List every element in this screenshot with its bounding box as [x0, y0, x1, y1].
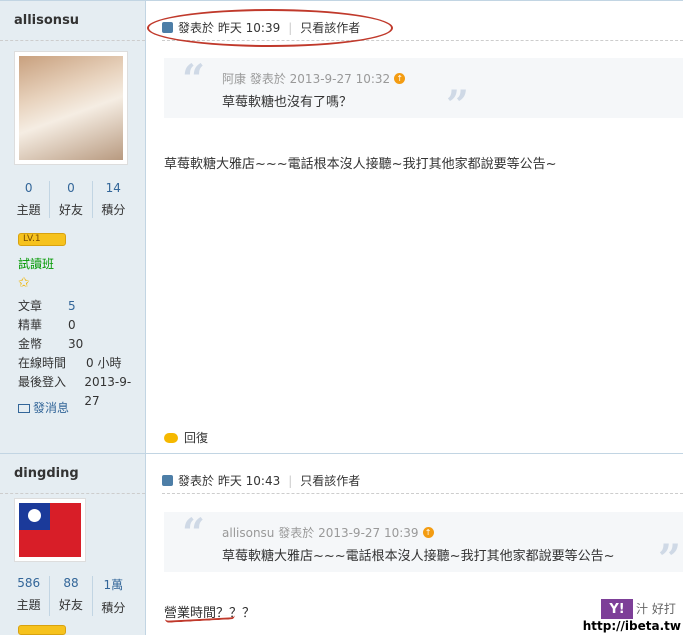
author-info: 文章 5 精華 0 金幣 30 在線時間 0 小時 最後登入 2013-9-27	[18, 297, 132, 408]
watermark: Y! 汁 好打 http://ibeta.tw	[582, 598, 683, 635]
envelope-icon	[18, 404, 30, 413]
level-badge: LV.1	[18, 233, 66, 246]
author-sidebar: allisonsu 0 主題 0 好友 14 積分 LV.1 試讀班 ✩ 文章 5 精華…	[0, 1, 146, 453]
post-1: allisonsu 0 主題 0 好友 14 積分 LV.1 試讀班 ✩ 文章 5 精華…	[0, 0, 683, 453]
open-quote-icon: “	[182, 510, 206, 557]
stat-topics[interactable]: 586 主題	[8, 576, 49, 616]
red-ellipse-annotation	[147, 9, 393, 47]
level-badge	[18, 625, 66, 635]
open-quote-icon: “	[182, 56, 206, 103]
author-name[interactable]: dingding	[0, 454, 145, 494]
star-icon: ✩	[18, 275, 30, 291]
author-stats: 0 主題 0 好友 14 積分	[8, 181, 134, 218]
avatar[interactable]	[14, 51, 128, 165]
stat-points[interactable]: 14 積分	[91, 181, 134, 218]
yahoo-logo-icon: Y!	[600, 598, 634, 620]
quote-author[interactable]: allisonsu	[222, 526, 274, 540]
only-author-link[interactable]: 只看該作者	[300, 472, 360, 489]
quote-text: 草莓軟糖也沒有了嗎？	[222, 95, 353, 110]
author-name[interactable]: allisonsu	[0, 1, 145, 41]
quote-block: “ allisonsu 發表於 2013-9-27 10:39 ↑ 草莓軟糖大雅…	[164, 510, 683, 580]
user-group[interactable]: 試讀班	[18, 255, 54, 272]
reply-button[interactable]: 回復	[164, 429, 208, 446]
author-stats: 586 主題 88 好友 1萬 積分	[8, 576, 134, 616]
send-message-link[interactable]: 發消息	[18, 399, 69, 416]
quote-block: “ 阿康 發表於 2013-9-27 10:32 ↑ 草莓軟糖也沒有了嗎？ ”	[164, 56, 683, 126]
stat-points[interactable]: 1萬 積分	[91, 576, 134, 616]
avatar[interactable]	[14, 498, 86, 562]
post-meta: 發表於 昨天 10:43 | 只看該作者	[162, 472, 360, 489]
watermark-url: http://ibeta.tw	[582, 619, 681, 633]
quote-text: 草莓軟糖大雅店~~~電話根本沒人接聽~我打其他家都說要等公告~	[222, 549, 615, 564]
stat-friends[interactable]: 0 好友	[49, 181, 91, 218]
jump-to-post-icon[interactable]: ↑	[394, 73, 406, 84]
post-content: 發表於 昨天 10:39 | 只看該作者 “ 阿康 發表於 2013-9-27 …	[146, 1, 683, 453]
stat-friends[interactable]: 88 好友	[49, 576, 91, 616]
avatar-photo	[19, 56, 123, 160]
close-quote-icon: ”	[445, 82, 469, 129]
info-posts[interactable]: 5	[68, 297, 76, 316]
post-time: 發表於 昨天 10:43	[178, 474, 281, 488]
post-body: 草莓軟糖大雅店~~~電話根本沒人接聽~我打其他家都說要等公告~	[164, 157, 557, 172]
reply-icon	[164, 432, 178, 443]
close-quote-icon: ”	[657, 536, 681, 583]
post-icon	[162, 475, 173, 486]
taiwan-flag-icon	[19, 503, 81, 557]
quote-author[interactable]: 阿康	[222, 70, 246, 87]
jump-to-post-icon[interactable]: ↑	[422, 527, 434, 538]
stat-topics[interactable]: 0 主題	[8, 181, 49, 218]
